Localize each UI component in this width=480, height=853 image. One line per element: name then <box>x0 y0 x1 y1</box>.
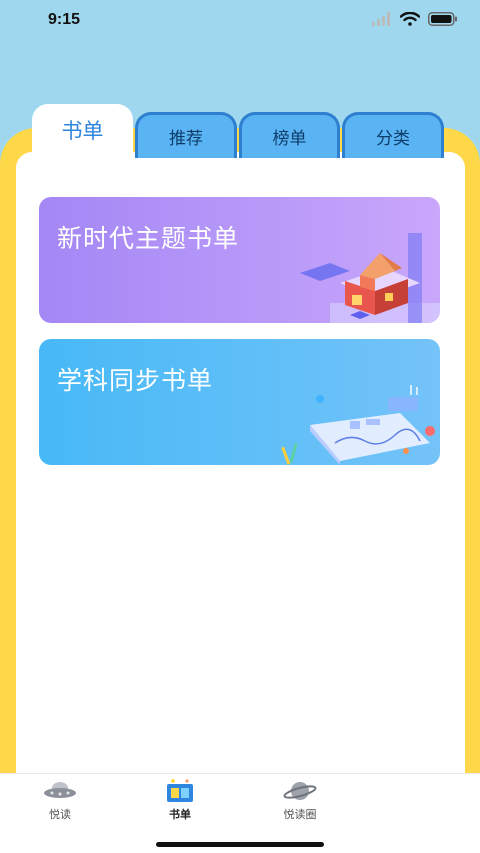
tab-recommend[interactable]: 推荐 <box>135 112 237 158</box>
status-icons <box>372 12 458 26</box>
home-strip <box>0 828 480 853</box>
tab-ranking-label: 榜单 <box>272 129 307 149</box>
pyramid-building-illustration <box>300 233 440 323</box>
tab-recommend-label: 推荐 <box>169 129 203 149</box>
booklist-card-subject-sync[interactable]: 学科同步书单 <box>39 339 440 465</box>
nav-label: 悦读 <box>49 808 71 821</box>
bottom-nav: 悦读 书单 悦读圈 <box>0 773 480 828</box>
card-title: 学科同步书单 <box>57 366 214 395</box>
tab-booklist[interactable]: 书单 <box>32 104 133 158</box>
tab-booklist-label: 书单 <box>61 119 104 143</box>
nav-item-circle[interactable]: 悦读圈 <box>260 778 340 822</box>
nav-label: 悦读圈 <box>283 808 317 821</box>
book-list-icon <box>167 779 193 802</box>
tab-category-label: 分类 <box>376 129 410 149</box>
nav-item-read[interactable]: 悦读 <box>20 778 100 822</box>
card-title: 新时代主题书单 <box>57 224 240 253</box>
booklist-card-new-era[interactable]: 新时代主题书单 <box>39 197 440 323</box>
signal-icon <box>372 12 390 26</box>
status-bar: 9:15 <box>0 0 480 44</box>
nav-item-booklist[interactable]: 书单 <box>140 778 220 822</box>
home-indicator[interactable] <box>156 842 324 847</box>
tab-bar: 推荐 榜单 分类 书单 <box>0 104 480 158</box>
battery-icon <box>428 12 457 26</box>
tab-ranking[interactable]: 榜单 <box>239 112 340 158</box>
planet-icon <box>283 782 317 800</box>
status-time: 9:15 <box>48 11 81 28</box>
wifi-icon <box>400 12 420 26</box>
tab-category[interactable]: 分类 <box>342 112 444 158</box>
ufo-icon <box>44 782 76 798</box>
nav-label: 书单 <box>169 808 191 821</box>
study-documents-illustration <box>281 385 435 465</box>
